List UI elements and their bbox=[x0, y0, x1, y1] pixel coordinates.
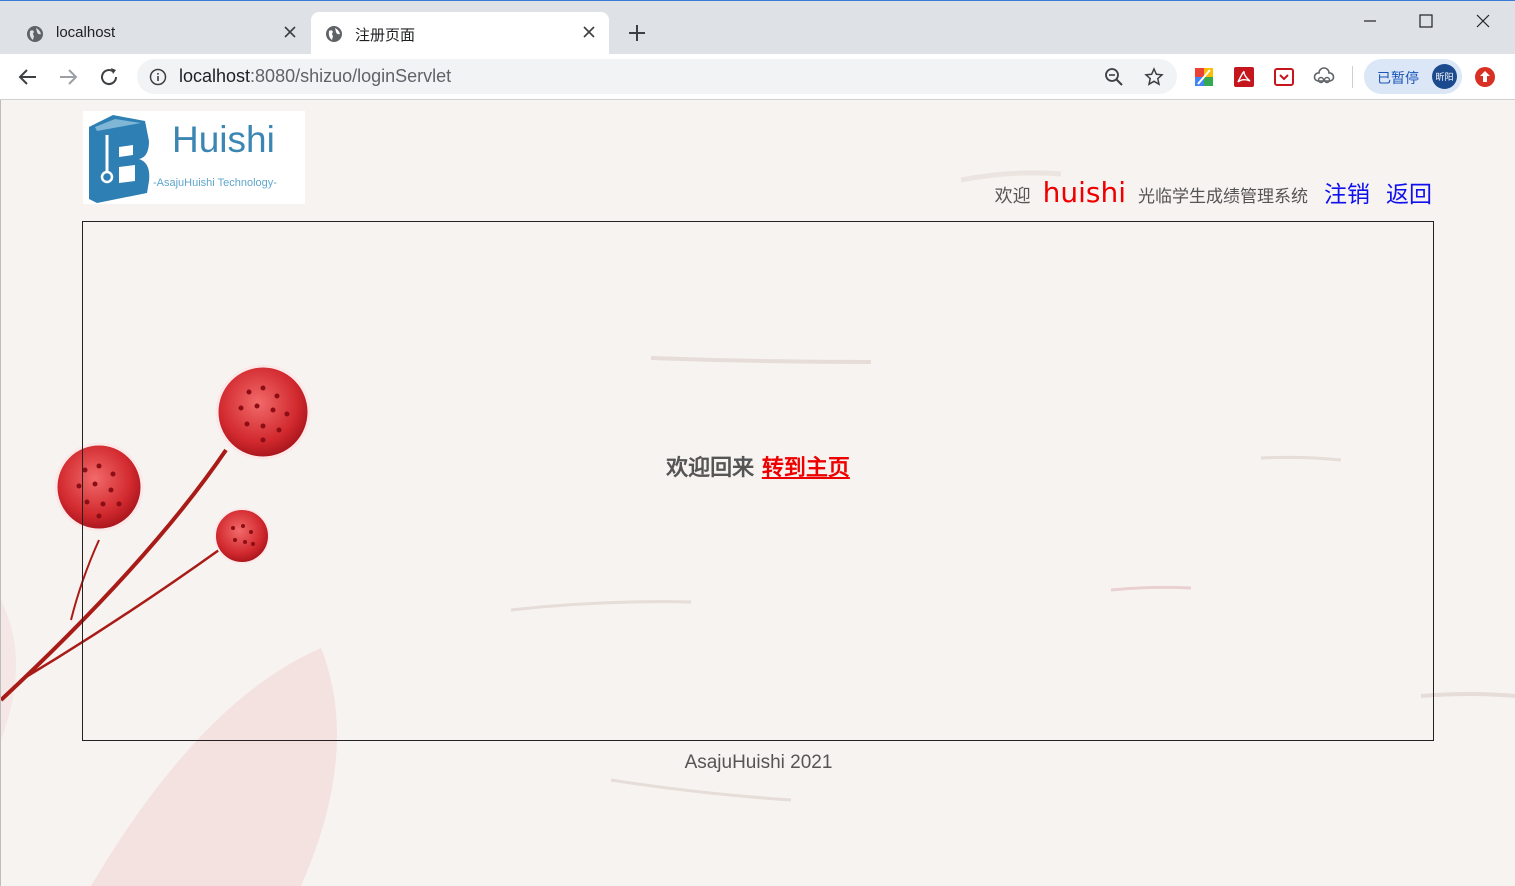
web-page: Huishi -AsajuHuishi Technology- 欢迎 huish… bbox=[0, 100, 1515, 886]
profile-button[interactable]: 已暂停 昕阳 bbox=[1364, 59, 1462, 94]
cloud-link-icon[interactable] bbox=[1313, 66, 1335, 88]
url-host: localhost bbox=[179, 66, 251, 86]
reload-icon[interactable] bbox=[97, 65, 121, 89]
close-icon[interactable] bbox=[282, 24, 298, 40]
bookmark-star-icon[interactable] bbox=[1144, 67, 1164, 87]
welcome-prefix: 欢迎 bbox=[994, 186, 1031, 207]
avatar: 昕阳 bbox=[1432, 64, 1457, 89]
pocket-icon[interactable] bbox=[1273, 66, 1295, 88]
forward-arrow-icon[interactable] bbox=[56, 65, 80, 89]
url-path: :8080/shizuo/loginServlet bbox=[250, 66, 452, 86]
browser-toolbar: localhost:8080/shizuo/loginServlet 已暂停 昕… bbox=[0, 54, 1515, 100]
window-close-icon[interactable] bbox=[1471, 9, 1495, 33]
maximize-icon[interactable] bbox=[1414, 9, 1438, 33]
new-tab-icon[interactable] bbox=[627, 23, 647, 43]
url-text[interactable]: localhost:8080/shizuo/loginServlet bbox=[179, 66, 451, 87]
minimize-icon[interactable] bbox=[1358, 9, 1382, 33]
book-logo-icon bbox=[89, 115, 150, 203]
close-icon[interactable] bbox=[581, 24, 597, 40]
info-icon[interactable] bbox=[149, 68, 167, 86]
username: huishi bbox=[1042, 176, 1126, 209]
tab-register-page[interactable]: 注册页面 bbox=[311, 12, 609, 55]
sync-paused-label: 已暂停 bbox=[1377, 71, 1419, 87]
toolbar-separator bbox=[1352, 66, 1353, 88]
color-picker-icon[interactable] bbox=[1193, 66, 1215, 88]
site-logo: Huishi -AsajuHuishi Technology- bbox=[83, 111, 305, 204]
logo-tagline: -AsajuHuishi Technology- bbox=[153, 177, 277, 189]
tab-label: localhost bbox=[56, 24, 116, 41]
tab-label: 注册页面 bbox=[355, 27, 416, 44]
welcome-bar: 欢迎 huishi 光临学生成绩管理系统 注销 返回 bbox=[995, 175, 1432, 209]
back-link[interactable]: 返回 bbox=[1386, 175, 1432, 209]
main-content-box: 欢迎回来 转到主页 bbox=[82, 221, 1434, 741]
zoom-icon[interactable] bbox=[1104, 67, 1124, 87]
update-icon[interactable] bbox=[1474, 66, 1496, 88]
back-arrow-icon[interactable] bbox=[16, 65, 40, 89]
footer-copyright: AsajuHuishi 2021 bbox=[684, 752, 833, 773]
go-home-link[interactable]: 转到主页 bbox=[762, 456, 850, 481]
tab-localhost[interactable]: localhost bbox=[12, 12, 310, 55]
globe-icon bbox=[27, 26, 43, 42]
address-bar[interactable]: localhost:8080/shizuo/loginServlet bbox=[137, 59, 1177, 94]
pdf-icon[interactable] bbox=[1233, 66, 1255, 88]
welcome-back-message: 欢迎回来 转到主页 bbox=[83, 450, 1433, 482]
system-name: 光临学生成绩管理系统 bbox=[1138, 187, 1308, 207]
logout-link[interactable]: 注销 bbox=[1324, 175, 1370, 209]
globe-icon bbox=[326, 26, 342, 42]
welcome-back-text: 欢迎回来 bbox=[666, 456, 755, 481]
logo-wordmark: Huishi bbox=[172, 119, 275, 160]
browser-titlebar: localhost 注册页面 bbox=[0, 0, 1515, 55]
